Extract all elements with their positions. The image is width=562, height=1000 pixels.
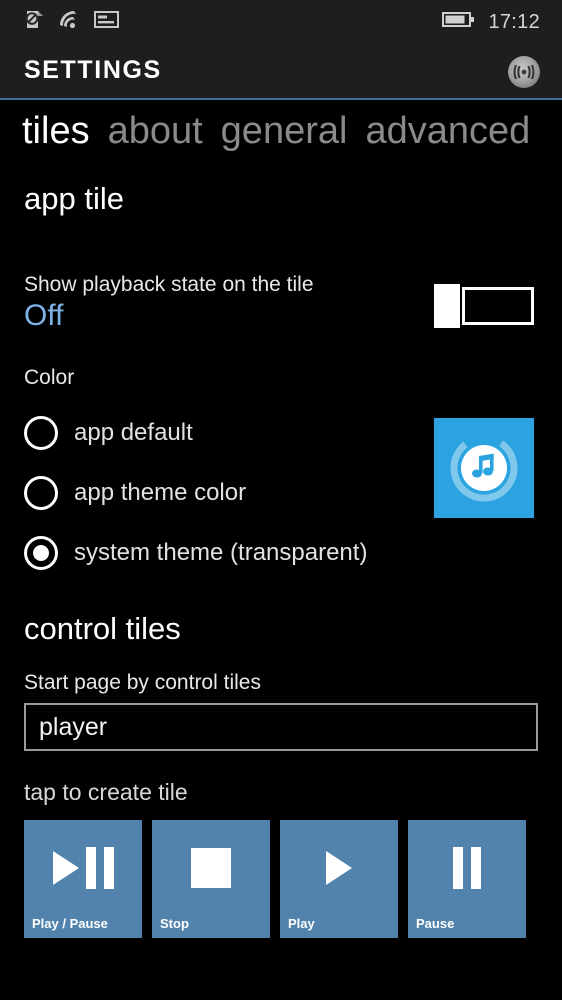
radio-label-app-theme-color: app theme color bbox=[74, 479, 247, 507]
radio-button-system-theme[interactable] bbox=[24, 536, 58, 571]
status-bar-clock: 17:12 bbox=[488, 10, 540, 33]
color-label: Color bbox=[24, 366, 75, 390]
tab-advanced[interactable]: advanced bbox=[365, 112, 530, 150]
header-divider bbox=[0, 98, 562, 100]
battery-icon bbox=[442, 11, 475, 33]
tile-label-play-pause: Play / Pause bbox=[32, 916, 108, 932]
app-header: SETTINGS bbox=[0, 44, 562, 98]
page-title: SETTINGS bbox=[24, 56, 162, 84]
tile-stop[interactable]: Stop bbox=[152, 820, 270, 939]
radio-button-app-default[interactable] bbox=[24, 416, 58, 451]
wifi-icon bbox=[58, 9, 81, 35]
play-icon bbox=[280, 842, 398, 894]
tile-label-pause: Pause bbox=[416, 916, 455, 932]
tap-to-create-tile-label: tap to create tile bbox=[24, 779, 188, 806]
start-page-value: player bbox=[39, 712, 108, 741]
pivot-tabs: tiles about general advanced bbox=[22, 112, 530, 150]
tab-tiles[interactable]: tiles bbox=[22, 112, 90, 150]
status-bar-right: 17:12 bbox=[442, 11, 540, 34]
radio-label-system-theme: system theme (transparent) bbox=[74, 539, 368, 567]
start-page-label: Start page by control tiles bbox=[24, 671, 261, 695]
cellular-off-icon bbox=[24, 9, 45, 35]
toggle-track bbox=[462, 287, 534, 325]
toggle-thumb bbox=[434, 284, 460, 328]
color-section: Color app default app theme color system… bbox=[0, 366, 562, 571]
control-tiles-row: Play / Pause Stop Play Pause bbox=[24, 820, 562, 939]
radio-label-app-default: app default bbox=[74, 419, 193, 447]
disc-app-logo-icon bbox=[504, 52, 544, 97]
play-pause-icon bbox=[24, 842, 142, 894]
sim-card-icon bbox=[94, 10, 119, 34]
tile-label-stop: Stop bbox=[160, 916, 189, 932]
tile-play[interactable]: Play bbox=[280, 820, 398, 939]
status-bar: 17:12 bbox=[0, 0, 562, 44]
control-tiles-section: control tiles Start page by control tile… bbox=[0, 610, 562, 939]
tile-label-play: Play bbox=[288, 916, 315, 932]
radio-button-app-theme-color[interactable] bbox=[24, 476, 58, 511]
status-bar-left-icons bbox=[24, 9, 119, 35]
pause-icon bbox=[408, 842, 526, 894]
tab-about[interactable]: about bbox=[108, 112, 203, 150]
app-tile-preview[interactable] bbox=[434, 418, 534, 519]
app-tile-section: app tile Show playback state on the tile… bbox=[0, 180, 562, 332]
tab-general[interactable]: general bbox=[221, 112, 348, 150]
start-page-input[interactable]: player bbox=[24, 703, 538, 752]
tile-play-pause[interactable]: Play / Pause bbox=[24, 820, 142, 939]
music-note-tile-icon bbox=[434, 418, 534, 519]
show-playback-state-toggle[interactable] bbox=[434, 284, 534, 328]
app-tile-heading: app tile bbox=[24, 181, 124, 216]
settings-content: app tile Show playback state on the tile… bbox=[0, 170, 562, 939]
tile-pause[interactable]: Pause bbox=[408, 820, 526, 939]
stop-icon bbox=[152, 842, 270, 894]
control-tiles-heading: control tiles bbox=[24, 611, 181, 647]
radio-system-theme[interactable]: system theme (transparent) bbox=[24, 536, 562, 571]
